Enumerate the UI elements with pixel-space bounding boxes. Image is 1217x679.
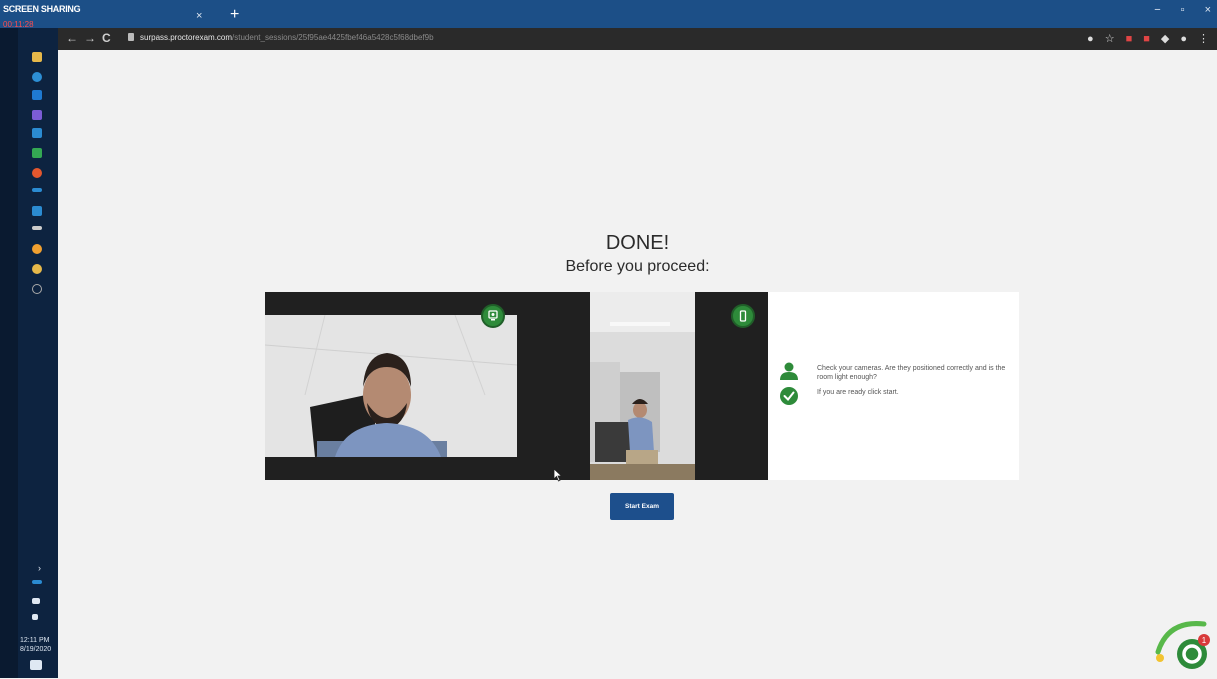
camera-check-panel: Check your cameras. Are they positioned … [265,292,1019,480]
browser-title-bar: SCREEN SHARING 00:11:28 × + − ▫ × [0,0,1217,29]
taskbar-edge [0,28,18,678]
page-subtitle: Before you proceed: [565,258,710,275]
page-title: DONE! [605,232,670,254]
forward-button[interactable]: → [84,31,96,45]
chevron-up-icon[interactable]: › [38,563,41,573]
page-content: DONE! Before you proceed: Check your cam… [58,50,1217,678]
app-icon[interactable] [32,284,42,294]
webcam-icon [481,304,505,328]
clock-time: 12:11 PM [20,637,50,644]
check-icon [780,387,798,405]
notification-icon[interactable] [30,660,42,670]
clock-date: 8/19/2020 [20,646,52,653]
url-path: /student_sessions/25f95ae4425fbef46a5428… [232,33,434,42]
address-bar: ← → C surpass.proctorexam.com/student_se… [58,28,1217,50]
maximize-button[interactable]: ▫ [1181,4,1185,16]
webcam-image [265,315,517,457]
teams-icon[interactable] [32,148,42,158]
status-icons-graphic [780,362,798,405]
webcam-video [265,315,517,457]
key-icon[interactable]: ● [1087,33,1094,45]
bookmark-extension-icon[interactable]: ■ [1143,33,1150,45]
phone-icon [731,304,755,328]
app-icon[interactable] [32,110,42,120]
network-icon[interactable] [32,598,40,604]
phone-video [590,292,695,480]
taskbar-clock[interactable]: 12:11 PM 8/19/2020 [20,636,51,654]
tool-icon[interactable] [32,206,42,216]
store-icon[interactable] [32,90,42,100]
pdf-extension-icon[interactable]: ■ [1126,33,1133,45]
edge-icon[interactable] [32,72,42,82]
app-icon[interactable] [32,244,42,254]
instruction-cameras: Check your cameras. Are they positioned … [817,365,1006,381]
mouse-cursor-icon [553,468,563,482]
onedrive-icon[interactable] [32,188,42,192]
menu-icon[interactable]: ⋮ [1198,32,1209,45]
phone-camera-image [590,292,695,480]
instruction-ready: If you are ready click start. [817,389,899,396]
browser-tab[interactable]: × [140,8,222,28]
url-host: surpass.proctorexam.com [140,33,233,42]
phone-glyph [739,310,747,322]
cloud-icon[interactable] [32,580,42,584]
chat-bubble-icon[interactable]: 1 [1150,612,1212,674]
app-icon[interactable] [32,264,42,274]
webcam-glyph [488,310,498,321]
puzzle-icon[interactable]: ◆ [1161,32,1169,45]
reload-button[interactable]: C [102,31,111,45]
person-icon [780,362,798,380]
status-icons [777,362,801,413]
minimize-button[interactable]: − [1154,4,1160,16]
lock-icon [128,33,134,41]
help-chat-widget[interactable]: 1 [1150,612,1212,674]
new-tab-button[interactable]: + [230,6,239,24]
app-icon[interactable] [32,226,42,230]
mail-icon[interactable] [32,128,42,138]
file-explorer-icon[interactable] [32,52,42,62]
os-taskbar: › 12:11 PM 8/19/2020 [0,28,58,678]
tab-close-icon[interactable]: × [196,10,202,22]
back-button[interactable]: ← [66,31,78,45]
screen-sharing-label: SCREEN SHARING [3,4,81,14]
start-exam-button[interactable]: Start Exam [610,493,674,520]
webcam-feed [265,292,588,480]
extensions-area: ● ☆ ■ ■ ◆ ● ⋮ [1087,32,1209,46]
volume-icon[interactable] [32,614,38,620]
window-controls: − ▫ × [1154,4,1211,16]
chrome-icon[interactable] [32,168,42,178]
profile-icon[interactable]: ● [1180,33,1187,45]
instructions: Check your cameras. Are they positioned … [817,364,1007,403]
url-field[interactable]: surpass.proctorexam.com/student_sessions… [140,33,434,42]
chat-badge-count: 1 [1202,636,1207,645]
close-window-button[interactable]: × [1205,4,1211,16]
phone-camera-feed [588,292,768,480]
star-icon[interactable]: ☆ [1105,32,1115,45]
